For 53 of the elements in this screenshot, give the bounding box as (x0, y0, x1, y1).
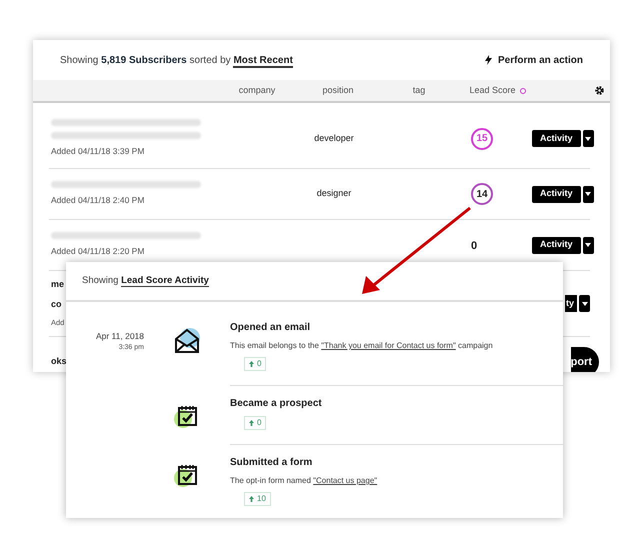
activity-title: Opened an email (230, 321, 312, 335)
activity-description: The opt-in form named "Contact us page" (230, 475, 378, 487)
score-change-badge: 0 (244, 357, 266, 371)
up-arrow-icon (249, 420, 254, 426)
activity-link[interactable]: "Contact us page" (313, 476, 378, 485)
activity-title: Submitted a form (230, 456, 314, 470)
added-date: Added 04/11/18 2:40 PM (51, 194, 146, 207)
envelope-icon (173, 328, 201, 354)
dropdown-button[interactable] (582, 186, 594, 202)
activity-description: This email belongs to the "Thank you email for Contact us form" campaign (230, 340, 494, 352)
column-header: position (322, 84, 354, 97)
activity-link[interactable]: "Thank you email for Contact us form" (321, 341, 456, 350)
lightning-icon (484, 55, 492, 65)
up-arrow-icon (249, 361, 254, 367)
column-header: company (238, 84, 276, 97)
added-date: Added 04/11/18 2:20 PM (51, 245, 146, 258)
sort-link[interactable]: Most Recent (233, 54, 293, 68)
subscribers-summary: Showing 5,819 Subscribers sorted by Most Recent (60, 54, 293, 68)
activity-button[interactable]: ty (564, 295, 577, 312)
activity-button[interactable]: Activity (532, 186, 581, 202)
caret-icon (582, 302, 588, 306)
lead-score-badge: 14 (471, 183, 493, 205)
activity-button[interactable]: Activity (532, 236, 581, 254)
subscriber-name: oks (51, 355, 67, 368)
position-cell-text: developer (314, 132, 354, 145)
calendar-check-icon (174, 463, 200, 489)
caret-icon (585, 192, 592, 196)
added-date: Added 04/11/18 3:39 PM (51, 145, 146, 158)
caret-icon (585, 243, 592, 247)
subscriber-name: me (51, 278, 64, 292)
dropdown-button[interactable] (582, 130, 594, 147)
info-icon (520, 88, 526, 94)
settings-icon[interactable] (595, 86, 604, 95)
score-change-badge: 10 (244, 492, 271, 506)
activity-button[interactable]: Activity (532, 130, 581, 147)
export-button[interactable]: port (570, 347, 599, 372)
lead-score: 0 (471, 240, 478, 252)
subscriber-name: co (51, 298, 62, 311)
calendar-check-icon (174, 404, 200, 430)
score-change-badge: 0 (244, 416, 266, 430)
column-header: Lead Score (469, 84, 526, 98)
lead-score-badge: 15 (471, 128, 493, 150)
dropdown-button[interactable] (579, 295, 590, 312)
dropdown-button[interactable] (582, 236, 594, 254)
position-cell-text: designer (316, 187, 352, 200)
activity-heading: Showing Lead Score Activity (82, 274, 209, 288)
activity-title: Became a prospect (230, 397, 323, 411)
activity-date: Apr 11, 2018 (96, 330, 144, 343)
activity-link[interactable]: Lead Score Activity (121, 274, 209, 287)
column-header: tag (412, 84, 426, 97)
perform-action-button[interactable]: Perform an action (484, 52, 583, 68)
caret-icon (585, 136, 592, 140)
up-arrow-icon (249, 496, 254, 502)
